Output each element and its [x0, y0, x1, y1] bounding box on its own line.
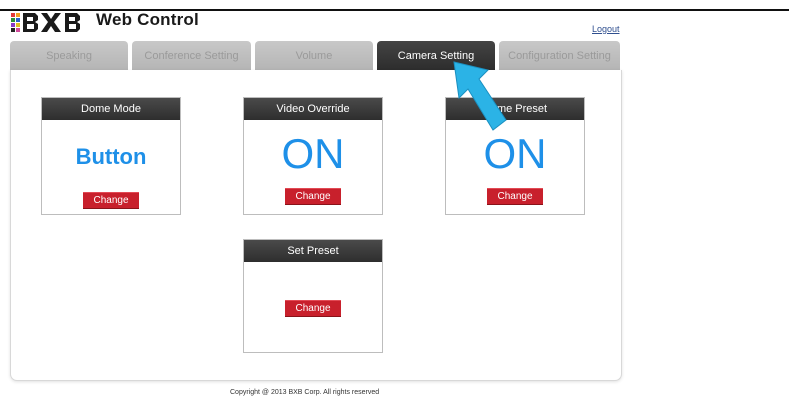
- video-override-card: Video Override ON Change: [243, 97, 383, 215]
- set-preset-title: Set Preset: [244, 240, 382, 262]
- video-override-change-button[interactable]: Change: [285, 188, 341, 205]
- dome-mode-change-button[interactable]: Change: [83, 192, 139, 209]
- app-title: Web Control: [96, 10, 199, 29]
- home-preset-value: ON: [483, 130, 547, 177]
- dome-mode-card: Dome Mode Button Change: [41, 97, 181, 215]
- tab-bar: Speaking Conference Setting Volume Camer…: [10, 41, 622, 71]
- tab-volume[interactable]: Volume: [255, 41, 373, 71]
- header: Web Control Logout: [0, 0, 789, 40]
- set-preset-change-button[interactable]: Change: [285, 300, 341, 317]
- tab-conference-setting[interactable]: Conference Setting: [132, 41, 251, 71]
- pointer-arrow-icon: [453, 61, 507, 131]
- logout-link[interactable]: Logout: [592, 24, 620, 34]
- video-override-title: Video Override: [244, 98, 382, 120]
- video-override-value: ON: [281, 130, 345, 177]
- camera-setting-panel: Dome Mode Button Change Video Override O…: [10, 70, 622, 381]
- bxb-logo: [11, 13, 80, 32]
- tab-configuration-setting[interactable]: Configuration Setting: [499, 41, 620, 71]
- dome-mode-value: Button: [75, 144, 147, 169]
- dome-mode-title: Dome Mode: [42, 98, 180, 120]
- set-preset-card: Set Preset Change: [243, 239, 383, 353]
- footer-copyright: Copyright @ 2013 BXB Corp. All rights re…: [230, 389, 380, 396]
- home-preset-change-button[interactable]: Change: [487, 188, 543, 205]
- tab-speaking[interactable]: Speaking: [10, 41, 128, 71]
